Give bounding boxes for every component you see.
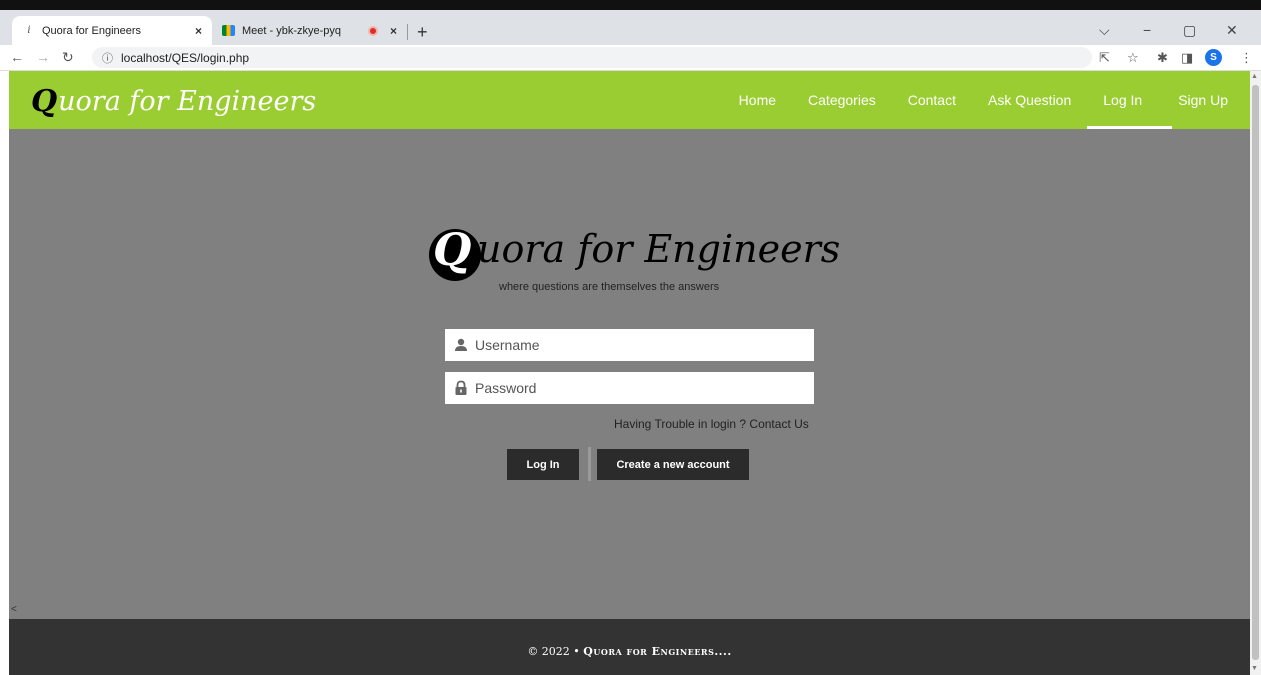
logo-initial: Q	[433, 225, 472, 276]
minimize-icon[interactable]: −	[1143, 22, 1151, 38]
horizontal-scroll-left-icon[interactable]: <	[11, 604, 17, 615]
tagline: where questions are themselves the answe…	[499, 281, 720, 293]
share-icon[interactable]: ⇱	[1099, 50, 1110, 66]
back-arrow-icon[interactable]: ←	[10, 49, 24, 65]
main-nav: Home Categories Contact Ask Question Log…	[723, 71, 1250, 129]
extensions-puzzle-icon[interactable]: ✱	[1157, 50, 1168, 66]
logo-text: uora for Engineers	[477, 227, 841, 271]
scrollbar-thumb[interactable]	[1252, 85, 1259, 660]
menu-kebab-icon[interactable]: ⋮	[1240, 50, 1253, 66]
tab-title: Meet - ybk-zkye-pyq	[242, 24, 342, 37]
tab-search-chevron-icon[interactable]: ⌵	[1099, 22, 1110, 39]
site-footer: © 2022 • Quora for Engineers....	[9, 619, 1250, 675]
reload-icon[interactable]: ↻	[62, 49, 74, 66]
restore-icon[interactable]: ▢	[1183, 22, 1196, 39]
create-account-button[interactable]: Create a new account	[597, 449, 749, 480]
nav-log-in[interactable]: Log In	[1087, 71, 1173, 129]
nav-contact[interactable]: Contact	[892, 71, 972, 129]
tab-close-icon[interactable]: ×	[390, 24, 397, 38]
quora-favicon-icon: i	[27, 25, 31, 36]
side-panel-icon[interactable]: ◨	[1181, 50, 1193, 66]
tab-title: Quora for Engineers	[42, 24, 142, 37]
nav-ask-question[interactable]: Ask Question	[972, 71, 1087, 129]
nav-sign-up[interactable]: Sign Up	[1172, 71, 1250, 129]
scroll-up-arrow-icon[interactable]: ▲	[1251, 73, 1258, 80]
recording-icon	[367, 25, 378, 36]
browser-tab-bar: i Quora for Engineers × Meet - ybk-zkye-…	[0, 10, 1261, 45]
login-main-area: Q uora for Engineers where questions are…	[9, 129, 1250, 619]
vertical-scrollbar[interactable]: ▲ ▼	[1250, 71, 1261, 675]
window-close-icon[interactable]: ✕	[1226, 22, 1238, 39]
nav-home[interactable]: Home	[723, 71, 792, 129]
url-field[interactable]: ⓘ localhost/QES/login.php	[92, 47, 1092, 68]
bookmark-star-icon[interactable]: ☆	[1127, 50, 1139, 66]
username-input[interactable]	[475, 337, 814, 353]
tab-separator	[407, 24, 408, 40]
new-tab-button[interactable]: +	[417, 22, 428, 43]
site-brand-logo[interactable]: Quora for Engineers	[31, 84, 316, 119]
site-info-icon[interactable]: ⓘ	[102, 50, 113, 66]
tab-meet[interactable]: Meet - ybk-zkye-pyq ×	[212, 16, 407, 45]
username-field[interactable]	[445, 329, 814, 361]
url-text: localhost/QES/login.php	[121, 50, 250, 65]
lock-icon	[455, 380, 467, 395]
user-icon	[455, 338, 467, 351]
login-trouble-contact-link[interactable]: Having Trouble in login ? Contact Us	[614, 417, 809, 431]
password-input[interactable]	[475, 380, 814, 396]
tab-close-icon[interactable]: ×	[195, 24, 202, 38]
footer-brand: Quora for Engineers....	[583, 645, 732, 658]
log-in-button[interactable]: Log In	[507, 449, 579, 480]
nav-categories[interactable]: Categories	[792, 71, 892, 129]
site-header: Quora for Engineers Home Categories Cont…	[9, 71, 1250, 129]
button-divider	[588, 447, 591, 481]
window-top-edge	[0, 0, 1261, 10]
tab-quora[interactable]: i Quora for Engineers ×	[12, 16, 212, 45]
scroll-down-arrow-icon[interactable]: ▼	[1251, 665, 1258, 672]
profile-avatar[interactable]: S	[1205, 49, 1222, 66]
password-field[interactable]	[445, 372, 814, 404]
forward-arrow-icon[interactable]: →	[36, 49, 50, 65]
browser-address-bar: ← → ↻ ⓘ localhost/QES/login.php ⇱ ☆ ✱ ◨ …	[0, 45, 1261, 71]
login-logo: Q uora for Engineers where questions are…	[429, 223, 849, 303]
meet-favicon-icon	[222, 25, 235, 36]
footer-copyright: © 2022 • Quora for Engineers....	[527, 645, 732, 658]
